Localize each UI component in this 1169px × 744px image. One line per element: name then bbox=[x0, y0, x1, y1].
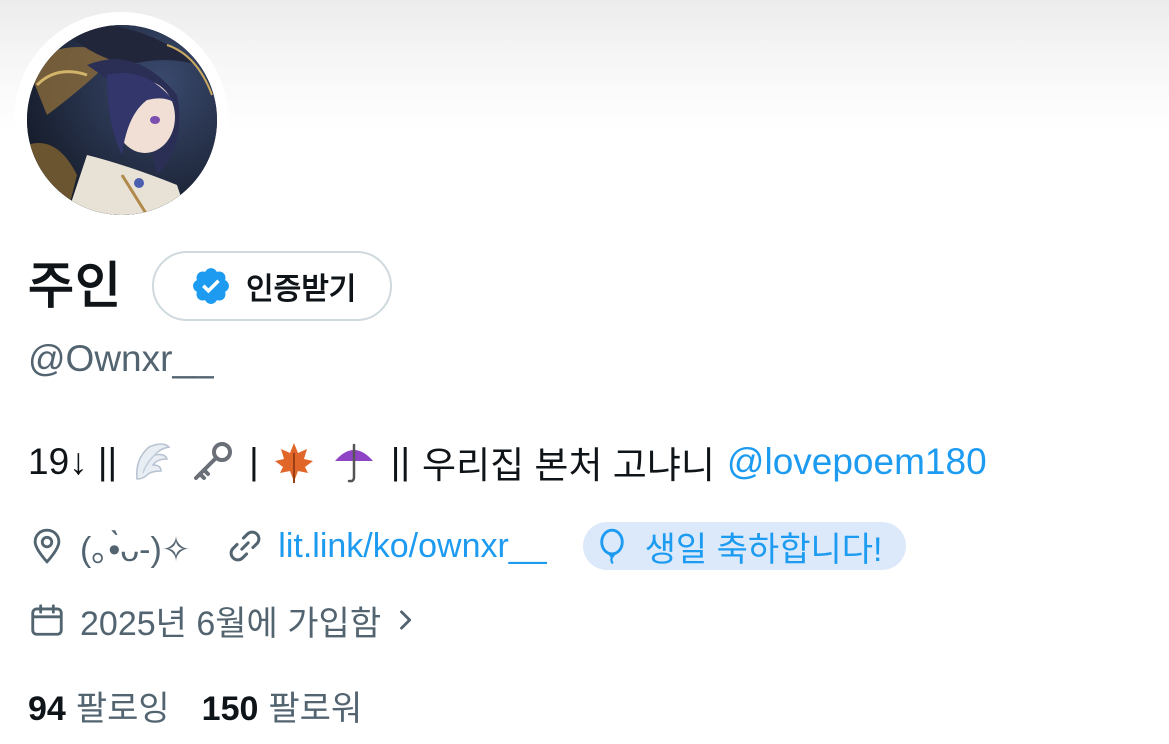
birthday-pill[interactable]: 생일 축하합니다! bbox=[582, 522, 907, 570]
website-item: lit.link/ko/ownxr__ bbox=[226, 527, 582, 566]
get-verified-button[interactable]: 인증받기 bbox=[152, 251, 393, 321]
umbrella-icon bbox=[331, 439, 377, 485]
bio-mention-link[interactable]: @lovepoem180 bbox=[727, 441, 987, 483]
following-label: 팔로잉 bbox=[75, 689, 170, 728]
joined-date[interactable]: 2025년 6월에 가입함 bbox=[28, 594, 419, 646]
following-count: 94 bbox=[28, 689, 66, 728]
follow-stats: 94 팔로잉 150 팔로워 bbox=[28, 680, 394, 730]
location-pin-icon bbox=[33, 528, 61, 564]
chevron-right-icon bbox=[400, 610, 412, 630]
profile-page: 주인 인증받기 @Ownxr__ 19↓ || | || 우리집 본처 고냐니 … bbox=[0, 0, 1169, 744]
following-link[interactable]: 94 팔로잉 bbox=[28, 681, 170, 730]
verified-badge-icon bbox=[193, 268, 229, 304]
key-icon bbox=[189, 439, 235, 485]
display-name: 주인 bbox=[28, 257, 122, 315]
bio-separator: | bbox=[249, 441, 259, 482]
bio-text: 우리집 본처 고냐니 bbox=[422, 445, 715, 486]
balloon-icon bbox=[599, 528, 624, 565]
calendar-icon bbox=[31, 604, 63, 636]
followers-label: 팔로워 bbox=[268, 689, 363, 728]
location-item: (｡•̀ᴗ-)✧ bbox=[28, 522, 190, 571]
followers-link[interactable]: 150 팔로워 bbox=[202, 681, 363, 730]
bio-separator: || bbox=[390, 441, 411, 482]
wing-icon bbox=[129, 439, 175, 485]
bio: 19↓ || | || 우리집 본처 고냐니 @lovepoem180 bbox=[28, 436, 987, 488]
profile-meta: (｡•̀ᴗ-)✧ lit.link/ko/ownxr__ 생일 축하합니다! bbox=[28, 518, 907, 574]
followers-count: 150 bbox=[201, 689, 259, 728]
get-verified-label: 인증받기 bbox=[246, 272, 357, 307]
link-icon bbox=[229, 530, 261, 562]
user-handle: @Ownxr__ bbox=[28, 338, 214, 379]
joined-text: 2025년 6월에 가입함 bbox=[80, 604, 382, 643]
website-link[interactable]: lit.link/ko/ownxr__ bbox=[278, 527, 546, 566]
name-row: 주인 인증받기 bbox=[28, 246, 393, 326]
birthday-text: 생일 축하합니다! bbox=[644, 530, 883, 569]
maple-leaf-icon bbox=[271, 439, 317, 485]
location-text: (｡•̀ᴗ-)✧ bbox=[80, 530, 191, 569]
bio-prefix: 19↓ || bbox=[28, 441, 118, 482]
avatar-image bbox=[27, 25, 217, 215]
avatar[interactable] bbox=[27, 25, 217, 215]
